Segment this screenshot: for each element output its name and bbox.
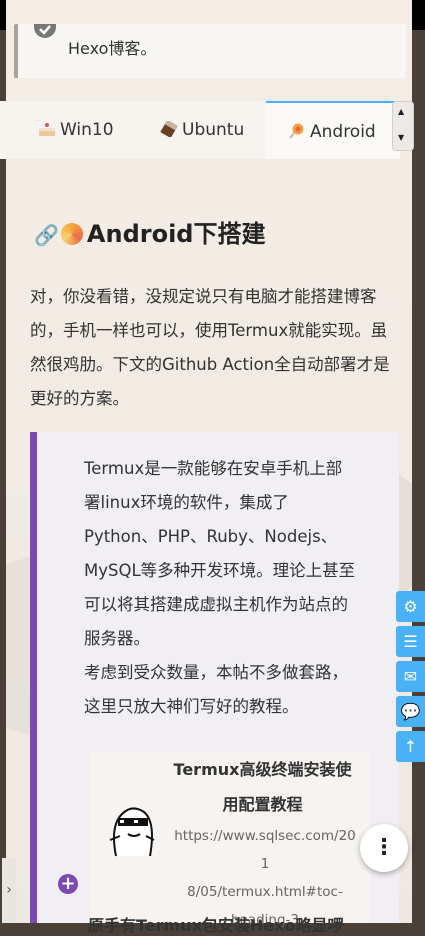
truncated-text: 原手有Termux包安装Hexo略显啰 bbox=[88, 916, 344, 935]
quote-line: 考虑到受众数量，本帖不多做套路， bbox=[84, 663, 348, 682]
link-card-title-line: Termux高级终端安装使 bbox=[173, 760, 352, 779]
link-card-title-line: 用配置教程 bbox=[222, 795, 303, 814]
more-options-button[interactable]: ⋮ bbox=[360, 824, 408, 872]
os-tabs: Win10 Ubuntu Android bbox=[0, 101, 400, 159]
arrow-up-icon[interactable]: ↑ bbox=[396, 731, 425, 762]
arrow-down-icon[interactable]: ▼ bbox=[398, 133, 404, 142]
comments-icon[interactable]: 💬 bbox=[396, 696, 425, 727]
quote-line: 署linux环境的软件，集成了 bbox=[84, 493, 289, 512]
tab-label: Ubuntu bbox=[182, 120, 245, 140]
tab-ubuntu[interactable]: Ubuntu bbox=[160, 101, 244, 159]
chocolate-icon bbox=[160, 103, 178, 139]
lollipop-icon bbox=[288, 105, 306, 139]
expand-plus-icon[interactable]: + bbox=[58, 874, 78, 894]
gear-icon[interactable]: ⚙ bbox=[396, 591, 425, 622]
tab-scroll-control[interactable]: ▲ ▼ bbox=[392, 101, 414, 151]
meme-avatar bbox=[104, 796, 160, 858]
link-card-title[interactable]: Termux高级终端安装使 用配置教程 bbox=[170, 752, 355, 822]
tab-label: Android bbox=[310, 122, 376, 142]
tab-label: Win10 bbox=[60, 120, 114, 140]
tab-android[interactable]: Android bbox=[266, 101, 400, 159]
quote-line: Termux是一款能够在安卓手机上部 bbox=[84, 459, 343, 478]
chat-sms-icon[interactable]: ✉ bbox=[396, 661, 425, 692]
quote-line: 可以将其搭建成虚拟主机作为站点的 bbox=[84, 595, 348, 614]
link-card-url-line: https://www.sqlsec.com/201 bbox=[174, 828, 356, 872]
lollipop-icon bbox=[60, 223, 83, 245]
note-text: Hexo博客。 bbox=[68, 39, 157, 58]
arrow-up-icon[interactable]: ▲ bbox=[398, 107, 404, 116]
quote-line: 服务器。 bbox=[84, 629, 150, 648]
quote-line: 这里只放大神们写好的教程。 bbox=[84, 697, 299, 716]
section-heading: 🔗 Android下搭建 bbox=[34, 214, 265, 249]
quote-line: MySQL等多种开发环境。理论上甚至 bbox=[84, 561, 356, 580]
intro-paragraph: 对，你没看错，没规定说只有电脑才能搭建博客的，手机一样也可以，使用Termux就… bbox=[30, 287, 390, 408]
quote-text: Termux是一款能够在安卓手机上部 署linux环境的软件，集成了 Pytho… bbox=[84, 452, 379, 724]
section-title: Android下搭建 bbox=[86, 220, 266, 248]
cake-icon bbox=[38, 103, 56, 136]
list-icon[interactable]: ☰ bbox=[396, 626, 425, 657]
chevron-right-icon[interactable]: › bbox=[2, 858, 16, 923]
tab-win10[interactable]: Win10 bbox=[38, 101, 114, 159]
quote-line: Python、PHP、Ruby、Nodejs、 bbox=[84, 527, 338, 546]
link-icon[interactable]: 🔗 bbox=[34, 223, 59, 247]
link-card-url-line: 8/05/termux.html#toc- bbox=[187, 884, 343, 900]
